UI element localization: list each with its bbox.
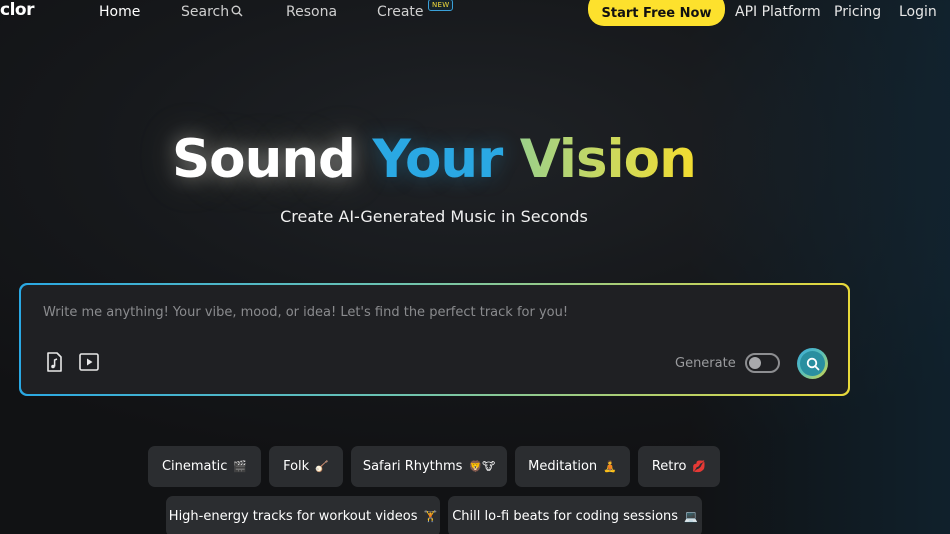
nav-api-platform[interactable]: API Platform bbox=[735, 4, 821, 20]
generate-toggle[interactable] bbox=[745, 353, 780, 373]
chip-label: Meditation bbox=[528, 459, 598, 474]
suggestion-chip-workout[interactable]: High-energy tracks for workout videos 🏋 bbox=[166, 496, 440, 534]
prompt-input[interactable] bbox=[43, 301, 823, 323]
top-navigation: clor Home Search Resona Create NEW Start… bbox=[0, 0, 950, 26]
hero-subtitle: Create AI-Generated Music in Seconds bbox=[280, 207, 588, 226]
banjo-icon: 🪕 bbox=[315, 460, 329, 473]
brand-logo[interactable]: clor bbox=[0, 0, 34, 20]
chip-label: Retro bbox=[651, 459, 687, 474]
clapperboard-icon: 🎬 bbox=[233, 460, 248, 473]
nav-login[interactable]: Login bbox=[899, 4, 937, 20]
meditation-icon: 🧘 bbox=[603, 460, 617, 473]
nav-pricing[interactable]: Pricing bbox=[834, 4, 881, 20]
submit-search-button[interactable] bbox=[797, 348, 828, 379]
hero-title: Sound Your Vision bbox=[172, 129, 732, 190]
chip-label: High-energy tracks for workout videos bbox=[168, 509, 418, 524]
video-upload-button[interactable] bbox=[78, 353, 100, 375]
play-icon bbox=[79, 353, 99, 375]
weightlifter-icon: 🏋 bbox=[423, 510, 438, 523]
music-file-button[interactable] bbox=[43, 352, 65, 376]
search-icon bbox=[800, 351, 825, 376]
new-badge: NEW bbox=[428, 0, 454, 11]
nav-home[interactable]: Home bbox=[99, 4, 140, 20]
lips-icon: 💋 bbox=[692, 460, 707, 473]
animal-icons: 🦁🐮 bbox=[468, 460, 496, 473]
suggestion-chip-safari[interactable]: Safari Rhythms 🦁🐮 bbox=[351, 446, 507, 487]
music-note-icon bbox=[45, 352, 63, 376]
chip-label: Cinematic bbox=[161, 459, 228, 474]
chip-label: Folk bbox=[283, 459, 310, 474]
suggestion-chip-folk[interactable]: Folk 🪕 bbox=[269, 446, 343, 487]
hero-title-word-vision: Vision bbox=[519, 129, 697, 190]
search-icon bbox=[229, 4, 243, 20]
nav-search-label: Search bbox=[181, 4, 230, 20]
chip-label: Safari Rhythms bbox=[362, 459, 463, 474]
toggle-knob bbox=[749, 357, 761, 369]
suggestion-chip-retro[interactable]: Retro 💋 bbox=[638, 446, 720, 487]
suggestion-chip-meditation[interactable]: Meditation 🧘 bbox=[515, 446, 630, 487]
hero-title-word-sound: Sound bbox=[172, 129, 356, 190]
nav-resona[interactable]: Resona bbox=[286, 4, 337, 20]
chip-label: Chill lo-fi beats for coding sessions bbox=[452, 509, 679, 524]
nav-search[interactable]: Search bbox=[181, 4, 243, 20]
generate-label: Generate bbox=[675, 356, 736, 371]
laptop-icon: 💻 bbox=[684, 510, 698, 523]
prompt-box: Generate bbox=[19, 283, 850, 396]
nav-create[interactable]: Create bbox=[377, 4, 424, 20]
hero-title-word-your: Your bbox=[372, 129, 503, 190]
suggestion-chip-lofi[interactable]: Chill lo-fi beats for coding sessions 💻 bbox=[448, 496, 702, 534]
prompt-box-inner: Generate bbox=[21, 285, 848, 394]
suggestion-chip-cinematic[interactable]: Cinematic 🎬 bbox=[148, 446, 261, 487]
start-free-button[interactable]: Start Free Now bbox=[588, 0, 725, 26]
background-glow bbox=[690, 0, 950, 534]
